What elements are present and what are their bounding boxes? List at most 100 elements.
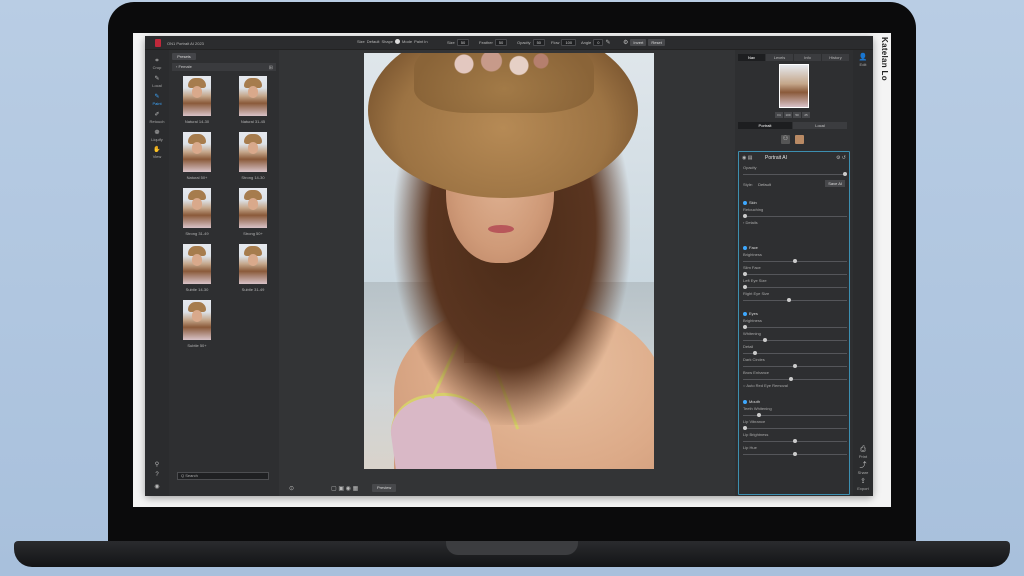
retouching-slider[interactable] <box>743 213 847 218</box>
left-eye-size-slider[interactable] <box>743 284 847 289</box>
zoom-100[interactable]: 100 <box>784 112 792 118</box>
mode-dropdown[interactable]: Paint In <box>414 39 428 44</box>
section-options-icon[interactable]: ⚙ ↺ <box>836 155 846 161</box>
right-eye-size-slider[interactable] <box>743 297 847 302</box>
preview-button[interactable]: Preview <box>372 484 397 492</box>
detail-slider[interactable] <box>743 350 847 355</box>
tab-history[interactable]: History <box>822 54 849 61</box>
view-mode-icons[interactable]: ▢ ▣ ◉ ▦ <box>331 485 358 492</box>
skin-enable-icon[interactable] <box>743 200 747 205</box>
portrait-photo <box>364 53 654 469</box>
zoom-25[interactable]: 25 <box>802 112 810 118</box>
add-face-icon[interactable]: ⚇ <box>781 135 790 144</box>
whitening-slider[interactable] <box>743 337 847 342</box>
face-selector: ⚇ <box>781 135 804 144</box>
angle-field[interactable]: 0 <box>593 39 604 46</box>
presets-tab[interactable]: Presets <box>172 53 196 60</box>
preset-thumb[interactable]: Subtle 31-49 <box>235 244 271 292</box>
eye-icon[interactable]: ◉ <box>147 484 167 491</box>
tool-liquify[interactable]: ❁ Liquify <box>147 130 167 142</box>
lip-brightness-slider[interactable] <box>743 438 847 443</box>
module-rail: 👤 Edit ⎙ Print ⤴ Share ⇪ Export <box>853 50 873 496</box>
auto-red-eye-checkbox[interactable]: ○ Auto Red Eye Removal <box>743 382 847 389</box>
tab-levels[interactable]: Levels <box>766 54 793 61</box>
face-thumbnail[interactable] <box>795 135 804 144</box>
laptop-screen: Katelan Lo ON1 Portrait AI 2023 Size Def… <box>133 33 891 507</box>
save-ai-button[interactable]: Save AI <box>825 180 845 187</box>
preset-thumb[interactable]: Natural 14-30 <box>179 76 215 124</box>
opacity-label: Opacity <box>517 40 531 45</box>
tool-local[interactable]: ✎ Local <box>147 76 167 88</box>
eyes-brightness-label: Brightness <box>743 318 762 323</box>
mask-toggle-icon[interactable]: ⚲ <box>147 462 167 469</box>
preset-search-input[interactable]: Q Search <box>177 472 269 480</box>
mouth-title: Mouth <box>749 399 761 404</box>
tab-info[interactable]: Info <box>794 54 821 61</box>
laptop-notch <box>446 541 578 555</box>
zoom-50[interactable]: 50 <box>793 112 801 118</box>
tool-retouch[interactable]: ✐ Retouch <box>147 112 167 124</box>
module-export[interactable]: ⇪ Export <box>853 478 873 491</box>
preset-category-header[interactable]: ‹ Female ⊞ <box>172 63 276 71</box>
brush-shape-icon[interactable] <box>395 39 401 44</box>
mouth-enable-icon[interactable] <box>743 399 747 404</box>
section-toggle-icon[interactable]: ◉ ▤ <box>742 155 752 161</box>
zoom-buttons: Fit 100 50 25 <box>775 112 810 118</box>
settings-gear-icon[interactable]: ⚙ <box>623 39 628 46</box>
lip-hue-label: Lip Hue <box>743 445 757 450</box>
tool-paint[interactable]: ✎ Paint <box>147 94 167 106</box>
preset-thumb[interactable]: Strong 14-30 <box>235 132 271 180</box>
module-edit[interactable]: 👤 Edit <box>853 54 873 67</box>
view-icon: ✋ <box>153 147 161 153</box>
flow-field[interactable]: 100 <box>561 39 577 46</box>
slim-face-label: Slim Face <box>743 265 761 270</box>
opacity-slider[interactable] <box>743 171 847 176</box>
window-title: ON1 Portrait AI 2023 <box>167 41 204 46</box>
tab-local[interactable]: Local <box>793 122 847 129</box>
face-brightness-slider[interactable] <box>743 258 847 263</box>
zoom-icon[interactable]: ⊙ <box>289 485 294 492</box>
eyes-enable-icon[interactable] <box>743 311 747 316</box>
options-bar: ON1 Portrait AI 2023 Size Default Shape … <box>145 36 873 50</box>
lip-vibrance-slider[interactable] <box>743 425 847 430</box>
brush-size-field[interactable]: 50 <box>456 39 470 46</box>
dark-circles-label: Dark Circles <box>743 357 765 362</box>
feather-field[interactable]: 50 <box>494 39 508 46</box>
teeth-whitening-slider[interactable] <box>743 412 847 417</box>
slim-face-slider[interactable] <box>743 271 847 276</box>
tool-view[interactable]: ✋ View <box>147 147 167 159</box>
module-print[interactable]: ⎙ Print <box>853 446 873 459</box>
module-share[interactable]: ⤴ Share <box>853 462 873 475</box>
preset-thumb[interactable]: Strong 50+ <box>235 188 271 236</box>
navigator-thumbnail[interactable] <box>779 64 809 108</box>
tool-crop[interactable]: ⌗ Crop <box>147 58 167 70</box>
preset-thumb[interactable]: Subtle 14-30 <box>179 244 215 292</box>
tab-nav[interactable]: Nav <box>738 54 765 61</box>
details-toggle[interactable]: › Details <box>743 219 847 226</box>
style-dropdown[interactable]: Default <box>758 181 771 188</box>
dark-circles-slider[interactable] <box>743 363 847 368</box>
reset-button[interactable]: Reset <box>648 39 665 46</box>
preset-thumb[interactable]: Strong 31-49 <box>179 188 215 236</box>
lip-hue-slider[interactable] <box>743 451 847 456</box>
size-dropdown[interactable]: Default <box>367 39 380 44</box>
pen-icon[interactable]: ✎ <box>605 39 610 46</box>
preset-thumb[interactable]: Natural 50+ <box>179 132 215 180</box>
preset-thumb[interactable]: Natural 31-45 <box>235 76 271 124</box>
lip-vibrance-label: Lip Vibrance <box>743 419 766 424</box>
grid-view-icon[interactable]: ⊞ <box>269 64 273 72</box>
zoom-fit[interactable]: Fit <box>775 112 783 118</box>
image-canvas[interactable] <box>279 50 739 470</box>
mode-label: Mode <box>402 39 413 44</box>
opacity-field[interactable]: 50 <box>532 39 546 46</box>
face-enable-icon[interactable] <box>743 245 747 250</box>
user-icon: 👤 <box>858 54 868 61</box>
help-icon[interactable]: ? <box>147 472 167 479</box>
eyes-brightness-slider[interactable] <box>743 324 847 329</box>
bottom-bar: ⊙ ▢ ▣ ◉ ▦ Preview <box>279 470 739 496</box>
invert-button[interactable]: Invert <box>630 39 647 46</box>
flow-label: Flow <box>551 40 560 45</box>
tab-portrait[interactable]: Portrait <box>738 122 792 129</box>
brow-enhance-slider[interactable] <box>743 376 847 381</box>
preset-thumb[interactable]: Subtle 50+ <box>179 300 215 348</box>
